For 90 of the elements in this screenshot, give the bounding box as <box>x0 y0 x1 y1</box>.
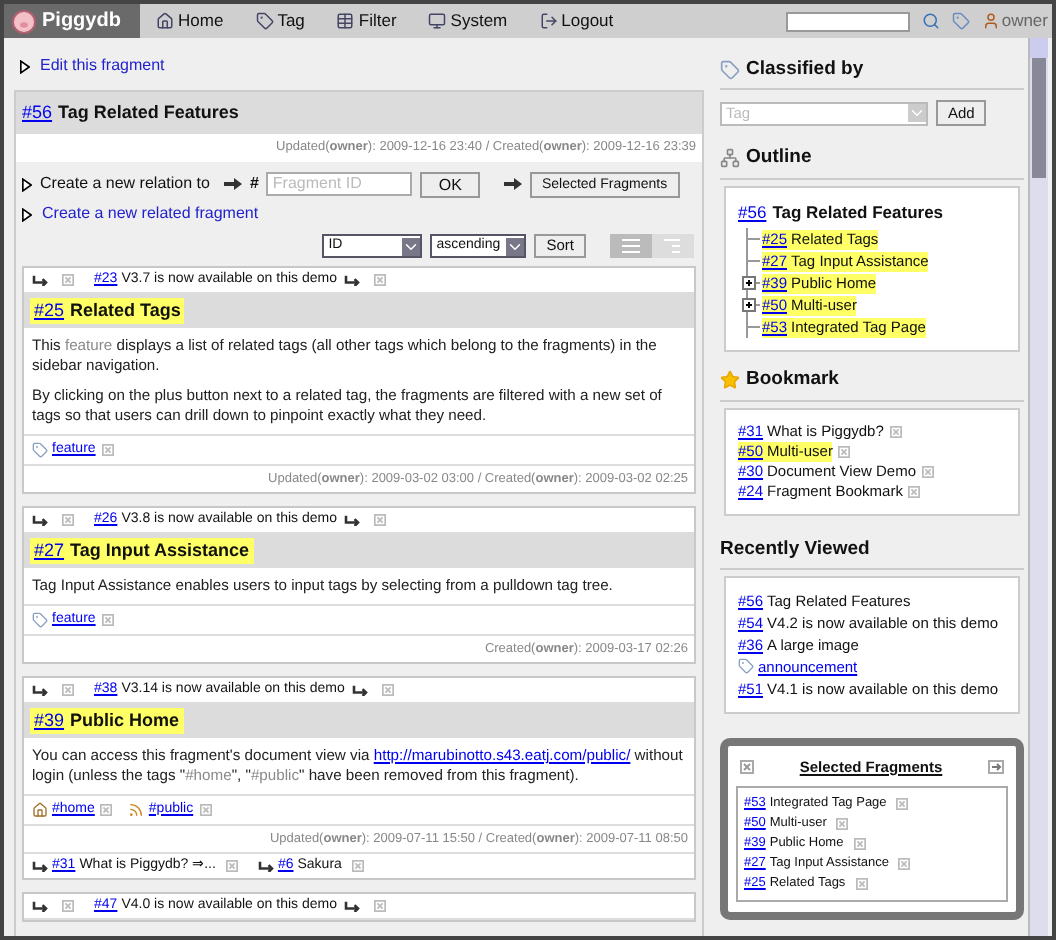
parent-arrow-icon <box>32 514 48 526</box>
nav-link[interactable]: Filter <box>336 8 397 34</box>
tag-icon <box>32 612 48 628</box>
remove-icon[interactable] <box>374 274 387 286</box>
close-icon[interactable] <box>740 759 754 774</box>
new-related-fragment-link[interactable]: Create a new related fragment <box>42 202 259 226</box>
remove-icon[interactable] <box>908 485 921 497</box>
user-icon <box>981 12 1000 30</box>
fragment-id-link[interactable]: #27 <box>34 537 65 565</box>
section-title: Bookmark <box>746 366 839 395</box>
remove-icon[interactable] <box>382 684 395 696</box>
parent-arrow-icon <box>352 684 369 696</box>
expand-triangle-icon[interactable] <box>20 59 30 73</box>
fragment-title: Tag Related Features <box>58 99 239 126</box>
section-title: Classified by <box>746 56 864 84</box>
edit-fragment-link[interactable]: Edit this fragment <box>40 54 165 78</box>
fragment-id-link[interactable]: #56 <box>738 199 767 225</box>
expand-icon[interactable] <box>742 276 760 291</box>
view-toggle-icon[interactable] <box>610 234 694 258</box>
dropdown-arrow-icon[interactable] <box>506 237 525 255</box>
star-icon <box>720 370 740 391</box>
search-field[interactable] <box>785 11 910 31</box>
remove-icon[interactable] <box>62 514 74 526</box>
remove-icon[interactable] <box>838 445 851 457</box>
logout-icon <box>539 12 558 30</box>
remove-icon[interactable] <box>62 900 74 912</box>
remove-icon[interactable] <box>889 425 902 437</box>
outline-root-title: Tag Related Features <box>772 199 944 225</box>
nav-link[interactable]: Logout <box>539 8 614 34</box>
fragment-title: Related Tags <box>70 297 181 324</box>
tag-icon <box>720 60 740 81</box>
forward-icon[interactable] <box>988 759 1004 774</box>
fragment-id-link[interactable]: #56 <box>22 99 53 127</box>
remove-icon[interactable] <box>374 514 387 526</box>
remove-icon[interactable] <box>62 274 74 286</box>
parent-arrow-icon <box>344 514 361 526</box>
remove-icon[interactable] <box>199 804 212 816</box>
scrollbar[interactable] <box>1028 38 1048 936</box>
fragment-id-link[interactable]: #25 <box>34 297 65 325</box>
home-icon <box>32 802 48 818</box>
remove-icon[interactable] <box>62 684 74 696</box>
parent-arrow-icon <box>32 684 48 696</box>
remove-icon[interactable] <box>225 860 238 872</box>
parent-arrow-icon <box>344 900 361 912</box>
parent-arrow-icon <box>32 274 48 286</box>
fragment-id-link[interactable]: #39 <box>34 707 65 735</box>
section-title: Recently Viewed <box>720 537 870 559</box>
remove-icon[interactable] <box>855 878 868 890</box>
expand-triangle-icon[interactable] <box>22 207 32 221</box>
remove-icon[interactable] <box>101 614 114 626</box>
home-icon <box>156 12 174 30</box>
nav-link[interactable]: Home <box>156 8 224 34</box>
nav-link[interactable]: Tag <box>255 8 305 34</box>
parent-arrow-icon <box>344 274 361 286</box>
nav-link[interactable]: System <box>428 8 508 34</box>
tag-icon <box>738 658 754 675</box>
remove-icon[interactable] <box>922 465 934 477</box>
remove-icon[interactable] <box>100 804 113 816</box>
pig-logo-icon <box>12 9 36 33</box>
arrow-icon <box>503 178 522 190</box>
remove-icon[interactable] <box>836 818 849 830</box>
dropdown-arrow-icon[interactable] <box>402 237 421 255</box>
tag-icon <box>255 12 274 30</box>
tag-icon <box>32 442 48 458</box>
broadcast-icon <box>128 802 145 818</box>
fragment-title: Public Home <box>70 707 180 734</box>
table-icon <box>336 12 355 30</box>
parent-arrow-icon <box>32 860 48 872</box>
fragment-id-field[interactable]: Fragment ID <box>266 172 413 196</box>
remove-icon[interactable] <box>896 798 909 810</box>
search-icon[interactable] <box>921 12 940 30</box>
expand-icon[interactable] <box>742 298 760 313</box>
parent-arrow-icon <box>32 900 48 912</box>
arrow-icon <box>223 178 242 190</box>
monitor-icon <box>428 12 447 30</box>
remove-icon[interactable] <box>351 860 364 872</box>
user-name[interactable]: owner <box>1001 8 1048 34</box>
parent-arrow-icon <box>257 860 274 872</box>
remove-icon[interactable] <box>101 444 114 456</box>
hash-label: # <box>249 172 259 196</box>
relation-label: Create a new relation to <box>40 172 210 196</box>
expand-triangle-icon[interactable] <box>22 177 32 191</box>
tag-icon[interactable] <box>951 12 970 30</box>
outline-icon <box>720 148 740 169</box>
remove-icon[interactable] <box>374 900 387 912</box>
remove-icon[interactable] <box>853 838 866 850</box>
remove-icon[interactable] <box>898 858 911 870</box>
ok-button[interactable]: OK <box>420 171 480 197</box>
section-title: Outline <box>746 144 812 173</box>
fragment-title: Tag Input Assistance <box>70 537 250 564</box>
